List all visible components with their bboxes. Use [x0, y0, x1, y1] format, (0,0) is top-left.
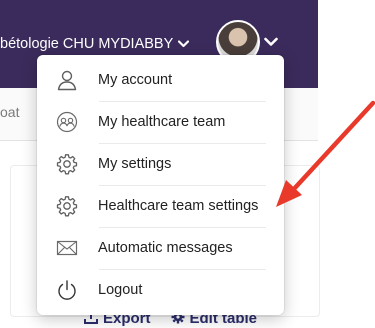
menu-item-my-healthcare-team[interactable]: My healthcare team: [37, 101, 284, 143]
menu-item-label: Healthcare team settings: [98, 198, 259, 214]
menu-item-my-settings[interactable]: My settings: [37, 143, 284, 185]
chevron-down-icon: [178, 40, 190, 48]
menu-item-label: My account: [98, 72, 173, 88]
menu-item-label: My settings: [98, 156, 172, 172]
chevron-down-icon: [264, 37, 278, 47]
gear-icon: [55, 194, 79, 218]
team-icon: [55, 110, 79, 134]
person-icon: [55, 68, 79, 92]
user-dropdown-menu: My account My healthcare team My setting…: [37, 55, 284, 315]
menu-item-label: Logout: [98, 282, 143, 298]
organization-name: bétologie CHU MYDIABBY: [0, 36, 174, 52]
menu-item-healthcare-team-settings[interactable]: Healthcare team settings: [37, 185, 284, 227]
gear-icon: [55, 152, 79, 176]
menu-item-label: Automatic messages: [98, 240, 233, 256]
power-icon: [55, 278, 79, 302]
envelope-icon: [55, 236, 79, 260]
tab-label[interactable]: oat: [0, 104, 19, 120]
organization-switcher[interactable]: bétologie CHU MYDIABBY: [0, 34, 190, 54]
menu-item-my-account[interactable]: My account: [37, 59, 284, 101]
menu-item-label: My healthcare team: [98, 114, 226, 130]
menu-item-automatic-messages[interactable]: Automatic messages: [37, 227, 284, 269]
menu-item-logout[interactable]: Logout: [37, 269, 284, 311]
